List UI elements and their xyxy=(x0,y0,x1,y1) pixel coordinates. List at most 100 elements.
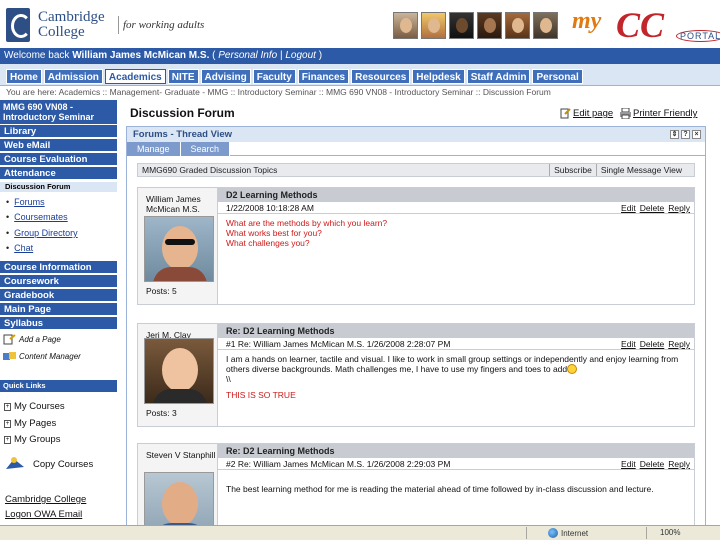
post-body: I am a hands on learner, tactile and vis… xyxy=(226,354,690,400)
welcome-prefix: Welcome back xyxy=(4,50,73,61)
sidebar-item-gradebook[interactable]: Gradebook xyxy=(0,288,117,301)
sidebar-item-syllabus[interactable]: Syllabus xyxy=(0,316,117,329)
post-title: D2 Learning Methods xyxy=(218,188,694,202)
page-title: Discussion Forum xyxy=(130,106,235,120)
printer-friendly-link[interactable]: Printer Friendly xyxy=(620,108,697,119)
smiley-icon xyxy=(567,364,578,374)
post-count: Posts: 3 xyxy=(146,408,177,418)
sidebar-link-chat[interactable]: • Chat xyxy=(6,243,33,253)
edit-post-link[interactable]: Edit xyxy=(621,338,636,350)
browser-status-bar: Internet 100% xyxy=(0,525,720,540)
sidebar-item-course-information[interactable]: Course Information xyxy=(0,260,117,273)
add-page-link[interactable]: Add a Page xyxy=(3,334,61,345)
printer-icon xyxy=(620,108,631,119)
sidebar-item-main-page[interactable]: Main Page xyxy=(0,302,117,315)
help-icon[interactable]: ? xyxy=(681,130,690,139)
nav-tab-advising[interactable]: Advising xyxy=(200,69,251,84)
zoom-level[interactable]: 100% xyxy=(660,528,680,537)
subscribe-link[interactable]: Subscribe xyxy=(549,164,596,176)
quick-link-label: My Pages xyxy=(14,418,57,429)
nav-tab-academics[interactable]: Academics xyxy=(104,69,166,84)
nav-tab-staff-admin[interactable]: Staff Admin xyxy=(466,69,531,84)
post-text: I am a hands on learner, tactile and vis… xyxy=(226,354,679,374)
sidebar-item-course-evaluation[interactable]: Course Evaluation xyxy=(0,152,117,165)
author-photo xyxy=(144,338,214,404)
quick-link-my-courses[interactable]: + My Courses xyxy=(4,401,65,412)
reply-post-link[interactable]: Reply xyxy=(668,202,690,214)
quick-link-my-pages[interactable]: + My Pages xyxy=(4,418,56,429)
reply-post-link[interactable]: Reply xyxy=(668,338,690,350)
tab-search[interactable]: Search xyxy=(180,142,231,156)
sidebar-link-label: Forums xyxy=(14,197,45,207)
delete-post-link[interactable]: Delete xyxy=(640,338,665,350)
post-meta: #1 Re: William James McMican M.S. 1/26/2… xyxy=(218,338,694,350)
sidebar-link-group-directory[interactable]: • Group Directory xyxy=(6,228,78,238)
quick-link-label: My Courses xyxy=(14,401,65,412)
edit-page-icon xyxy=(560,108,571,119)
sidebar-item-web-email[interactable]: Web eMail xyxy=(0,138,117,151)
portal-logo-label: PORTAL xyxy=(676,30,720,42)
sidebar-link-forums[interactable]: • Forums xyxy=(6,197,45,207)
author-photo xyxy=(144,216,214,282)
nav-tab-nite[interactable]: NITE xyxy=(167,69,199,84)
post-line: What challenges you? xyxy=(226,238,310,248)
site-header: Cambridge College for working adults my … xyxy=(0,0,720,48)
mycc-portal-logo[interactable]: my CC PORTAL xyxy=(572,4,720,45)
sidebar-item-library[interactable]: Library xyxy=(0,124,117,137)
add-page-label: Add a Page xyxy=(19,335,61,344)
panel-header: Forums - Thread View ⇕ ? × xyxy=(127,127,705,142)
post-author-panel: Steven V Stanphill xyxy=(138,444,218,525)
edit-post-link[interactable]: Edit xyxy=(621,202,636,214)
post-title: Re: D2 Learning Methods xyxy=(218,324,694,338)
personal-info-link[interactable]: Personal Info xyxy=(218,50,277,61)
security-zone-label: Internet xyxy=(561,528,589,538)
college-name[interactable]: Cambridge College xyxy=(38,10,108,40)
quick-link-my-groups[interactable]: + My Groups xyxy=(4,434,60,445)
pin-icon[interactable]: ⇕ xyxy=(670,130,679,139)
content-manager-icon xyxy=(3,352,16,360)
post-meta: 1/22/2008 10:18:28 AM Edit Delete Reply xyxy=(218,202,694,214)
nav-tab-finances[interactable]: Finances xyxy=(297,69,350,84)
reply-post-link[interactable]: Reply xyxy=(668,458,690,470)
post-timestamp: #1 Re: William James McMican M.S. 1/26/2… xyxy=(226,339,451,349)
post-line: What are the methods by which you learn? xyxy=(226,218,388,228)
post-meta: #2 Re: William James McMican M.S. 1/26/2… xyxy=(218,458,694,470)
cambridge-college-link[interactable]: Cambridge College xyxy=(5,494,86,505)
post-author-panel: William James McMican M.S. Posts: 5 xyxy=(138,188,218,304)
status-lock-cell xyxy=(526,527,546,539)
post-count-value: 3 xyxy=(172,408,177,418)
college-logo[interactable] xyxy=(6,8,31,42)
expand-icon[interactable]: + xyxy=(4,435,11,444)
nav-tab-admission[interactable]: Admission xyxy=(43,69,103,84)
portal-logo-cc: CC xyxy=(616,5,665,45)
edit-page-link[interactable]: Edit page xyxy=(560,108,613,119)
owa-email-link[interactable]: Logon OWA Email xyxy=(5,509,82,520)
sidebar-item-coursework[interactable]: Coursework xyxy=(0,274,117,287)
quick-links-header: Quick Links xyxy=(0,380,117,392)
tab-manage[interactable]: Manage xyxy=(127,142,181,156)
expand-icon[interactable]: + xyxy=(4,402,11,411)
copy-courses-link[interactable]: Copy Courses xyxy=(4,455,93,473)
nav-tab-resources[interactable]: Resources xyxy=(351,69,411,84)
content-manager-link[interactable]: Content Manager xyxy=(3,351,81,362)
nav-tab-home[interactable]: Home xyxy=(6,69,42,84)
edit-post-link[interactable]: Edit xyxy=(621,458,636,470)
delete-post-link[interactable]: Delete xyxy=(640,202,665,214)
nav-tabs: Home Admission Academics NITE Advising Facult… xyxy=(6,69,583,84)
close-icon[interactable]: × xyxy=(692,130,701,139)
sidebar-link-label: Coursemates xyxy=(14,212,68,222)
post-count-value: 5 xyxy=(172,286,177,296)
expand-icon[interactable]: + xyxy=(4,419,11,428)
single-message-view-link[interactable]: Single Message View xyxy=(595,164,686,176)
sidebar-link-coursemates[interactable]: • Coursemates xyxy=(6,212,68,222)
delete-post-link[interactable]: Delete xyxy=(640,458,665,470)
nav-tab-faculty[interactable]: Faculty xyxy=(252,69,296,84)
nav-tab-personal[interactable]: Personal xyxy=(532,69,583,84)
sidebar-link-label: Group Directory xyxy=(14,228,78,238)
sidebar-item-attendance[interactable]: Attendance xyxy=(0,166,117,179)
author-photo xyxy=(144,472,214,525)
post-body: The best learning method for me is readi… xyxy=(226,484,654,494)
nav-tab-helpdesk[interactable]: Helpdesk xyxy=(412,69,465,84)
status-zoom-cell xyxy=(646,527,720,539)
logout-link[interactable]: Logout xyxy=(285,50,316,61)
